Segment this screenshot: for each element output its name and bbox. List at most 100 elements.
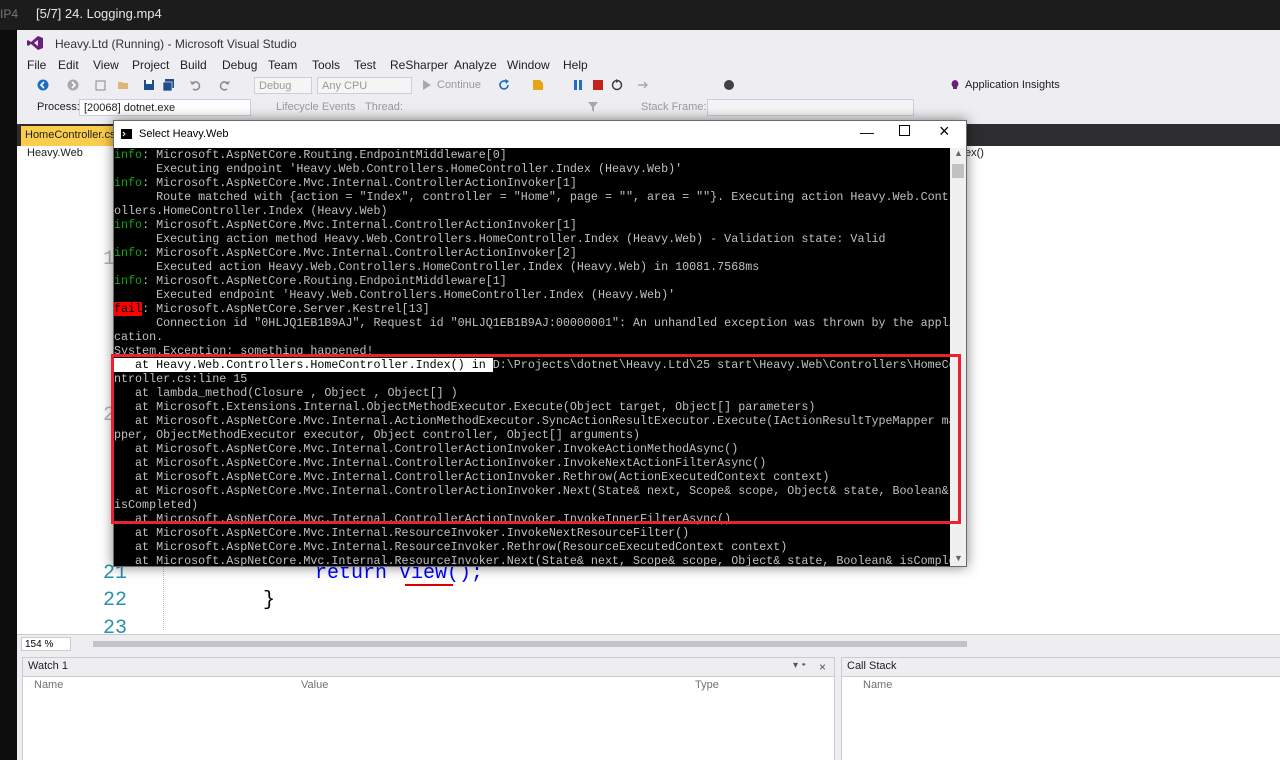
console-line: at Microsoft.AspNetCore.Mvc.Internal.Res… <box>114 554 950 566</box>
save-icon[interactable] <box>143 79 155 91</box>
console-title-bar: Select Heavy.Web — × <box>114 121 966 148</box>
minimize-icon[interactable]: — <box>860 124 874 140</box>
lifecycle-events-button[interactable]: Lifecycle Events <box>276 101 355 113</box>
save-all-icon[interactable] <box>163 79 175 91</box>
stack-frame-label: Stack Frame: <box>641 101 707 113</box>
player-video-title: [5/7] 24. Logging.mp4 <box>36 6 162 21</box>
console-line: Connection id "0HLJQ1EB1B9AJ", Request i… <box>114 316 950 330</box>
console-line-text: Executing action method Heavy.Web.Contro… <box>114 232 886 246</box>
menu-analyze[interactable]: Analyze <box>454 58 497 72</box>
tab-label: HomeController.cs <box>25 129 116 141</box>
undo-icon[interactable] <box>189 79 201 91</box>
console-line: cation. <box>114 330 163 344</box>
console-line: ollers.HomeController.Index (Heavy.Web) <box>114 204 388 218</box>
hot-reload-icon[interactable] <box>532 79 544 91</box>
tab-homecontroller[interactable]: HomeController.cs <box>21 126 117 146</box>
thread-label: Thread: <box>365 101 403 113</box>
menu-tools[interactable]: Tools <box>312 58 340 72</box>
debug-location-toolbar: Process: [20068] dotnet.exe Lifecycle Ev… <box>17 97 1280 119</box>
console-line-text: at Microsoft.AspNetCore.Mvc.Internal.Res… <box>114 540 788 554</box>
redo-icon[interactable] <box>219 79 231 91</box>
pause-icon[interactable] <box>572 79 584 91</box>
watch-pane: Watch 1 ▾ ᛭ × Name Value Type <box>22 657 835 760</box>
watch-col-name[interactable]: Name <box>34 679 63 691</box>
maximize-icon[interactable] <box>899 125 910 136</box>
step-into-icon[interactable] <box>637 79 649 91</box>
menu-project[interactable]: Project <box>132 58 169 72</box>
console-line-text: Executing endpoint 'Heavy.Web.Controller… <box>114 162 683 176</box>
platform-dropdown[interactable]: Any CPU <box>317 77 412 94</box>
vs-title-text: Heavy.Ltd (Running) - Microsoft Visual S… <box>55 37 297 51</box>
player-left-strip <box>0 30 17 760</box>
console-line-text: : Microsoft.AspNetCore.Routing.EndpointM… <box>142 148 507 162</box>
close-icon[interactable]: × <box>819 660 826 674</box>
info-tag: info <box>114 176 143 190</box>
watch-col-type[interactable]: Type <box>695 679 719 691</box>
console-line: info: Microsoft.AspNetCore.Mvc.Internal.… <box>114 176 577 190</box>
menu-edit[interactable]: Edit <box>58 58 79 72</box>
menu-view[interactable]: View <box>93 58 119 72</box>
refresh-icon[interactable] <box>498 79 510 91</box>
configuration-dropdown[interactable]: Debug <box>254 77 312 94</box>
menu-file[interactable]: File <box>27 58 46 72</box>
callstack-pane-title: Call Stack <box>847 660 897 672</box>
console-line-text: Route matched with {action = "Index", co… <box>114 190 950 204</box>
console-line: info: Microsoft.AspNetCore.Mvc.Internal.… <box>114 218 577 232</box>
menu-help[interactable]: Help <box>563 58 588 72</box>
member-dropdown[interactable]: ex() <box>965 147 984 159</box>
application-insights-button[interactable]: Application Insights <box>965 79 1060 91</box>
console-line-text: ollers.HomeController.Index (Heavy.Web) <box>114 204 388 218</box>
menu-resharper[interactable]: ReSharper <box>390 58 448 72</box>
menu-test[interactable]: Test <box>354 58 376 72</box>
stack-frame-dropdown[interactable] <box>707 99 914 116</box>
breakpoints-icon[interactable] <box>723 79 735 91</box>
console-scroll-thumb[interactable] <box>952 164 964 178</box>
console-line-text: : Microsoft.AspNetCore.Mvc.Internal.Cont… <box>142 246 577 260</box>
console-line: Executed action Heavy.Web.Controllers.Ho… <box>114 260 759 274</box>
horizontal-scroll-thumb[interactable] <box>93 641 967 647</box>
console-line-text: at Microsoft.AspNetCore.Mvc.Internal.Res… <box>114 554 950 566</box>
console-line: at Microsoft.AspNetCore.Mvc.Internal.Res… <box>114 540 787 554</box>
fail-tag: fail <box>114 302 143 316</box>
console-title-text: Select Heavy.Web <box>139 128 229 140</box>
line-number: 22 <box>103 589 128 612</box>
menu-debug[interactable]: Debug <box>222 58 257 72</box>
new-project-icon[interactable] <box>95 79 107 91</box>
watch-pane-header: Watch 1 ▾ ᛭ × <box>23 658 834 677</box>
info-tag: info <box>114 274 143 288</box>
scroll-down-icon[interactable]: ▼ <box>954 553 963 563</box>
callstack-col-name[interactable]: Name <box>863 679 892 691</box>
console-line-text: : Microsoft.AspNetCore.Routing.EndpointM… <box>142 274 507 288</box>
callstack-pane: Call Stack Name <box>841 657 1280 760</box>
console-line: info: Microsoft.AspNetCore.Mvc.Internal.… <box>114 246 577 260</box>
console-line-text: Connection id "0HLJQ1EB1B9AJ", Request i… <box>114 316 950 330</box>
navigate-forward-icon[interactable] <box>67 79 79 91</box>
menu-bar: File Edit View Project Build Debug Team … <box>17 55 1280 75</box>
console-line: Route matched with {action = "Index", co… <box>114 190 950 204</box>
info-tag: info <box>114 218 143 232</box>
watch-col-value[interactable]: Value <box>301 679 328 691</box>
console-icon <box>121 129 132 139</box>
navigate-back-icon[interactable] <box>37 79 49 91</box>
menu-window[interactable]: Window <box>507 58 550 72</box>
application-insights-icon[interactable] <box>949 79 961 91</box>
stop-icon[interactable] <box>592 79 604 91</box>
pin-icon[interactable]: ▾ ᛭ <box>793 660 807 671</box>
horizontal-scrollbar[interactable]: 154 % <box>17 634 1280 653</box>
callstack-pane-header: Call Stack <box>842 658 1280 677</box>
continue-button[interactable]: Continue <box>437 79 481 91</box>
filter-icon[interactable] <box>587 101 599 113</box>
console-line-text: : Microsoft.AspNetCore.Server.Kestrel[13… <box>142 302 430 316</box>
continue-icon[interactable] <box>421 79 433 91</box>
restart-icon[interactable] <box>611 79 623 91</box>
open-file-icon[interactable] <box>117 79 129 91</box>
console-line: info: Microsoft.AspNetCore.Routing.Endpo… <box>114 274 507 288</box>
close-icon[interactable]: × <box>939 121 950 142</box>
zoom-dropdown[interactable]: 154 % <box>21 637 71 651</box>
menu-team[interactable]: Team <box>268 58 297 72</box>
scroll-up-icon[interactable]: ▲ <box>954 148 963 158</box>
console-line-text: : Microsoft.AspNetCore.Mvc.Internal.Cont… <box>142 218 577 232</box>
process-dropdown[interactable]: [20068] dotnet.exe <box>79 99 251 116</box>
project-dropdown[interactable]: Heavy.Web <box>27 147 83 159</box>
menu-build[interactable]: Build <box>180 58 207 72</box>
